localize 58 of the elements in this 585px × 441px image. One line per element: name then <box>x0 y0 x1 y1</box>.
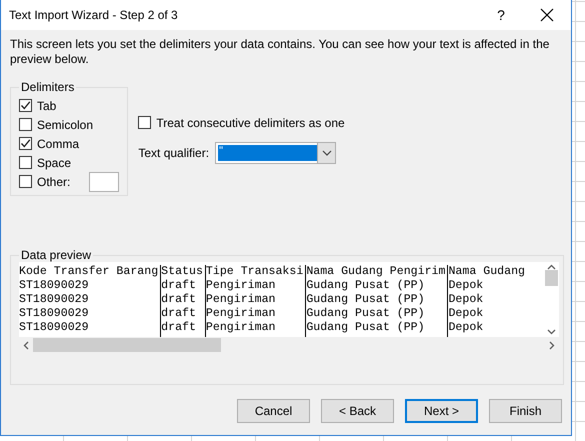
checkbox[interactable] <box>19 118 32 131</box>
table-cell-text: ST18090029 <box>19 279 90 293</box>
field-label: Text qualifier: <box>138 146 210 160</box>
column-header: Tipe Transaksi <box>206 265 304 279</box>
checkbox-label[interactable]: Treat consecutive delimiters as one <box>156 116 345 130</box>
scroll-left-icon[interactable] <box>23 340 29 350</box>
table-cell-text: Gudang Pusat (PP) <box>306 293 426 307</box>
window-title: Text Import Wizard - Step 2 of 3 <box>9 8 179 22</box>
scroll-right-icon[interactable] <box>549 340 555 350</box>
table-cell-text: ST18090029 <box>19 307 90 321</box>
checkbox-label[interactable]: Semicolon <box>37 118 94 132</box>
dialog-button[interactable]: < Back <box>321 399 394 423</box>
checkbox-label[interactable]: Other: <box>37 174 70 188</box>
table-cell-text: Gudang Pusat (PP) <box>306 321 426 335</box>
table-cell-text: Depok <box>448 307 484 321</box>
table-cell-text: Pengiriman <box>206 293 276 307</box>
dropdown-chevron-icon[interactable] <box>317 143 336 163</box>
group-title: Data preview <box>20 248 92 262</box>
table-cell-text: Depok <box>448 293 484 307</box>
text-qualifier-dropdown[interactable]: " <box>215 142 336 164</box>
table-cell-text: Depok <box>448 321 484 335</box>
checkbox[interactable] <box>19 175 32 188</box>
table-cell-text: draft <box>161 321 197 335</box>
column-header: Kode Transfer Barang <box>19 265 160 279</box>
checkbox-label[interactable]: Tab <box>37 98 56 112</box>
column-header: Nama Gudang <box>448 265 526 279</box>
vertical-scrollbar[interactable] <box>544 262 559 337</box>
group-title: Delimiters <box>20 80 76 94</box>
checkbox-label[interactable]: Comma <box>37 136 80 150</box>
checkbox[interactable] <box>138 116 152 129</box>
table-cell-text: Gudang Pusat (PP) <box>306 307 426 321</box>
instructions-text: This screen lets you set the delimiters your data contains. You can see how your text is affected in the preview below. <box>10 37 550 67</box>
table-cell-text: ST18090029 <box>19 321 90 335</box>
checkbox[interactable] <box>19 156 32 169</box>
checkbox[interactable] <box>19 137 32 150</box>
column-header: Status <box>161 265 204 279</box>
dialog-button[interactable]: Cancel <box>237 399 310 423</box>
table-cell-text: Pengiriman <box>206 307 276 321</box>
scroll-up-icon[interactable] <box>547 264 556 270</box>
other-delimiter-field[interactable] <box>89 172 120 192</box>
column-header: Nama Gudang Pengirim <box>306 265 446 279</box>
scrollbar-thumb[interactable] <box>33 338 221 352</box>
checkbox-label[interactable]: Space <box>37 156 72 170</box>
table-cell-text: Pengiriman <box>206 279 276 293</box>
scroll-down-icon[interactable] <box>547 329 556 335</box>
dialog-button[interactable]: Next > <box>405 399 478 423</box>
checkbox[interactable] <box>19 99 32 112</box>
table-cell-text: ST18090029 <box>19 293 90 307</box>
close-icon[interactable] <box>540 8 554 22</box>
help-button[interactable]: ? <box>479 0 523 30</box>
table-cell-text: draft <box>161 307 197 321</box>
table-cell-text: draft <box>161 279 197 293</box>
table-cell-text: draft <box>161 293 197 307</box>
scrollbar-thumb[interactable] <box>545 270 558 286</box>
table-cell-text: Depok <box>448 279 484 293</box>
dialog-button[interactable]: Finish <box>489 399 562 423</box>
table-cell-text: Gudang Pusat (PP) <box>306 279 426 293</box>
table-cell-text: Pengiriman <box>206 321 276 335</box>
